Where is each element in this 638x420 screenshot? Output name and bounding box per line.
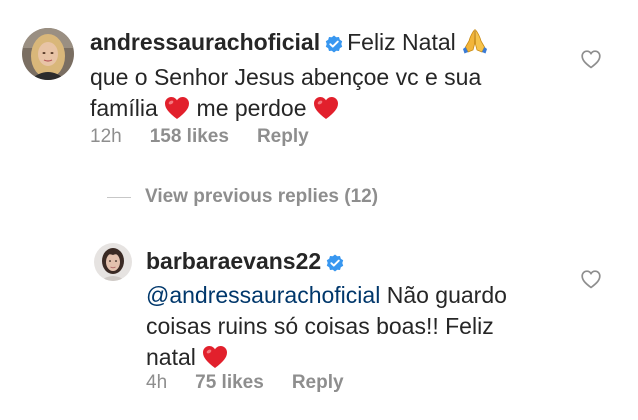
folded-hands-emoji-icon [462,28,488,62]
verified-badge-icon [326,249,344,280]
red-heart-emoji-icon [313,96,339,128]
reply-meta: 4h 75 likes Reply [146,372,344,394]
view-previous-replies-label: View previous replies (12) [145,186,379,207]
heart-outline-icon [581,270,601,289]
avatar-image [22,28,74,80]
comment-text-part-3: família [90,95,158,121]
comment-meta: 12h 158 likes Reply [90,126,309,148]
reply-text-part-3: natal [146,344,196,370]
red-heart-emoji-icon [164,96,190,128]
reply-time[interactable]: 4h [146,372,167,394]
reply-likes[interactable]: 75 likes [195,372,264,394]
comment-body: andressaurachoficial Feliz Natal que o Se… [90,27,570,128]
comment-text-part-1: Feliz Natal [347,29,456,55]
comment-likes[interactable]: 158 likes [150,126,229,148]
reply-text-part-2: coisas ruins só coisas boas!! Feliz [146,313,494,339]
comment-time[interactable]: 12h [90,126,122,148]
comment-text-part-2: que o Senhor Jesus abençoe vc e sua [90,64,482,90]
reply-username[interactable]: barbaraevans22 [146,248,321,274]
comment-reply-button[interactable]: Reply [257,126,309,148]
view-previous-replies-button[interactable]: View previous replies (12) [107,186,378,208]
reply-text-part-1: Não guardo [386,282,507,308]
replies-divider-line [107,196,131,198]
avatar-andressaurachoficial[interactable] [22,28,74,80]
reply-reply-button[interactable]: Reply [292,372,344,394]
comment-text-part-4: me perdoe [196,95,307,121]
like-reply-button[interactable] [581,270,601,294]
reply-body: barbaraevans22 @andressaurachoficial Não… [146,246,576,377]
comment-username[interactable]: andressaurachoficial [90,29,320,55]
verified-badge-icon [325,30,343,61]
heart-outline-icon [581,50,601,69]
avatar-image [94,243,132,281]
reply-mention-link[interactable]: @andressaurachoficial [146,282,380,308]
avatar-barbaraevans22[interactable] [94,243,132,281]
like-comment-button[interactable] [581,50,601,74]
